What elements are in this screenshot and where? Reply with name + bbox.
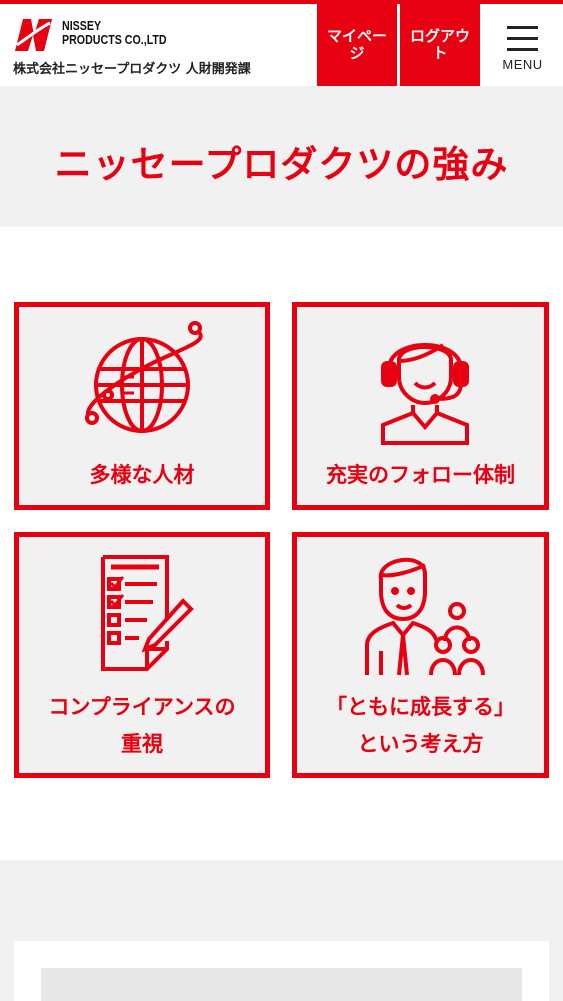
menu-label: MENU <box>502 57 543 72</box>
strength-label: 充実のフォロー体制 <box>326 463 515 487</box>
mentor-team-icon <box>365 557 485 676</box>
page-hero: ニッセープロダクツの強み <box>0 86 563 227</box>
site-header: NISSEY PRODUCTS CO.,LTD 株式会社ニッセープロダクツ 人財… <box>0 4 563 86</box>
strength-label-line-1: コンプライアンスの <box>48 695 236 719</box>
headset-operator-icon <box>381 343 469 445</box>
checklist-icon <box>101 555 194 671</box>
menu-button[interactable]: MENU <box>482 4 563 86</box>
strength-label: 多様な人材 <box>89 463 195 487</box>
department-name: 株式会社ニッセープロダクツ 人財開発課 <box>13 62 251 77</box>
hamburger-icon <box>507 26 538 29</box>
logout-button[interactable]: ログアウト <box>400 4 480 86</box>
hamburger-icon-bar <box>507 37 538 40</box>
company-logo-text: NISSEY PRODUCTS CO.,LTD <box>62 19 167 47</box>
strength-card-diverse-talent[interactable]: 多様な人材 <box>14 302 270 510</box>
nissey-logo-icon[interactable] <box>12 15 54 53</box>
logout-button-label: ログアウト <box>409 27 470 62</box>
content-image <box>41 968 522 1001</box>
strength-card-follow-up-support[interactable]: 充実のフォロー体制 <box>292 302 549 510</box>
logo-line-1: NISSEY <box>62 18 102 33</box>
strength-label-line-1: 「ともに成長する」 <box>326 695 515 719</box>
strength-label-line-2: という考え方 <box>357 732 484 756</box>
logo-line-2: PRODUCTS CO.,LTD <box>62 32 167 47</box>
strength-card-compliance[interactable]: コンプライアンスの 重視 <box>14 532 270 778</box>
mypage-button-label: マイページ <box>326 27 387 62</box>
hamburger-icon-bar <box>507 48 538 51</box>
strength-card-grow-together[interactable]: 「ともに成長する」 という考え方 <box>292 532 549 778</box>
globe-icon <box>85 321 203 433</box>
strength-label-line-2: 重視 <box>121 732 163 756</box>
mypage-button[interactable]: マイページ <box>317 4 397 86</box>
page-title: ニッセープロダクツの強み <box>54 143 509 186</box>
